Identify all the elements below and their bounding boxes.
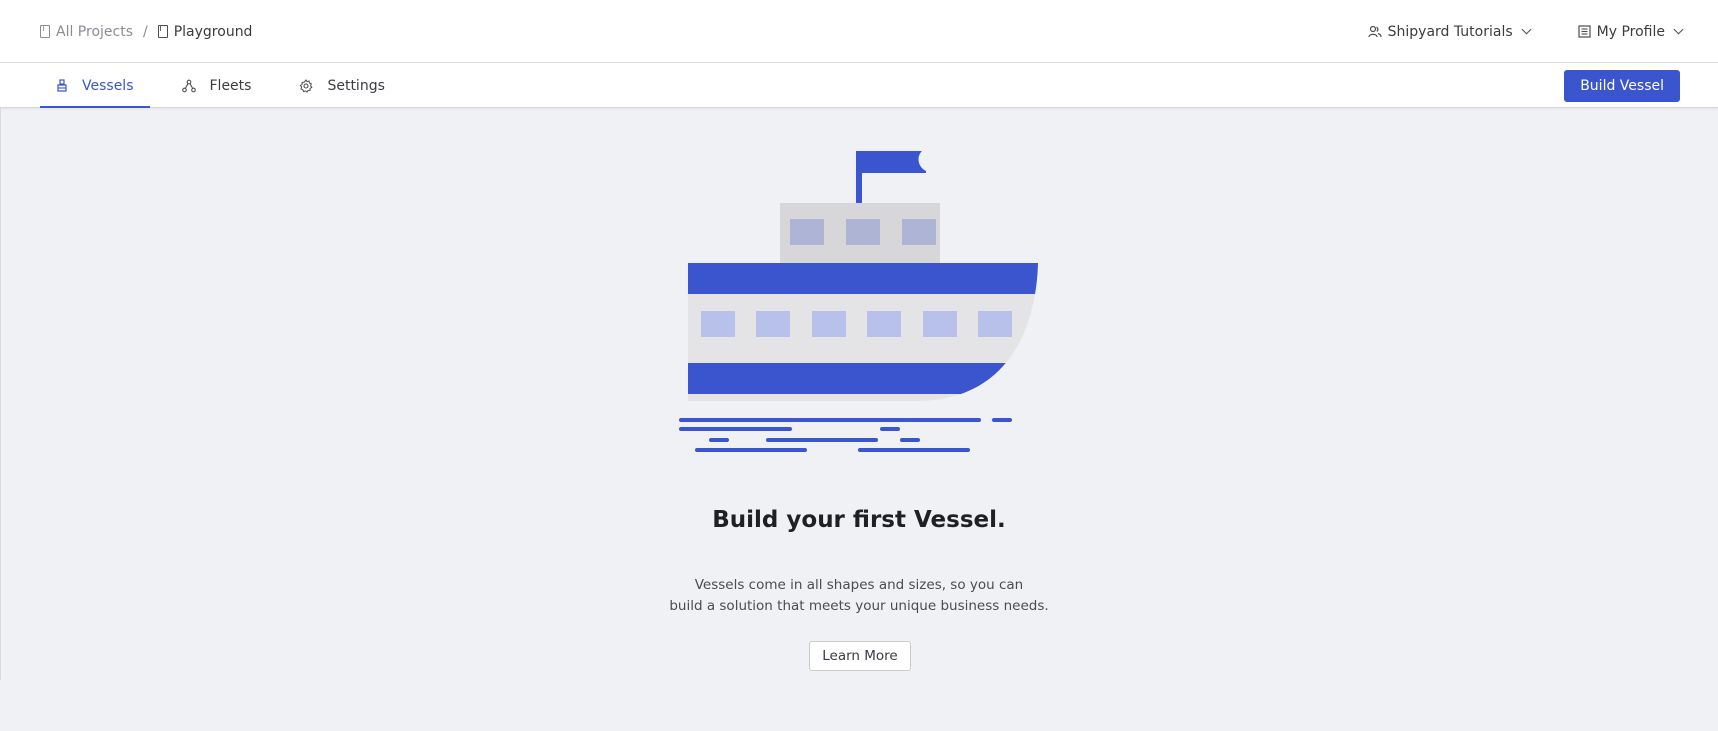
empty-state: Build your first Vessel. Vessels come in… (0, 108, 1718, 731)
users-icon (1368, 25, 1382, 37)
breadcrumb-separator: / (143, 23, 148, 40)
empty-state-description-line-1: Vessels come in all shapes and sizes, so… (694, 577, 1024, 593)
tab-vessels-label: Vessels (82, 77, 134, 94)
build-vessel-button[interactable]: Build Vessel (1564, 70, 1680, 102)
tab-fleets-label: Fleets (209, 77, 252, 94)
org-menu-label: Shipyard Tutorials (1387, 23, 1513, 40)
tab-vessels[interactable]: Vessels (40, 63, 150, 108)
profile-menu-label: My Profile (1596, 23, 1665, 40)
gear-icon (300, 78, 313, 93)
chevron-down-icon (1673, 24, 1684, 35)
org-menu[interactable]: Shipyard Tutorials (1368, 23, 1532, 40)
profile-card-icon (1578, 25, 1591, 38)
profile-menu[interactable]: My Profile (1578, 23, 1684, 40)
top-bar: All Projects / Playground Shipyard Tutor… (0, 0, 1718, 63)
breadcrumb: All Projects / Playground (40, 0, 252, 63)
document-icon (40, 25, 50, 38)
empty-state-title: Build your first Vessel. (712, 507, 1006, 533)
breadcrumb-playground-label: Playground (173, 23, 253, 40)
breadcrumb-all-projects-label: All Projects (56, 23, 133, 40)
learn-more-button[interactable]: Learn More (809, 641, 911, 671)
breadcrumb-all-projects[interactable]: All Projects (40, 24, 133, 40)
fleet-icon (181, 79, 196, 92)
document-icon (157, 25, 168, 38)
tab-settings[interactable]: Settings (283, 63, 400, 108)
breadcrumb-playground[interactable]: Playground (157, 23, 253, 40)
tab-fleets[interactable]: Fleets (166, 63, 268, 108)
empty-state-description: Vessels come in all shapes and sizes, so… (0, 575, 1718, 617)
vessel-icon (57, 78, 67, 92)
vessel-illustration (679, 151, 1038, 452)
top-right-menus: Shipyard Tutorials My Profile (1368, 0, 1684, 63)
tab-settings-label: Settings (327, 77, 385, 94)
tabs: Vessels Fleets Settings (40, 63, 417, 108)
tab-bar: Vessels Fleets Settings Build Vessel (0, 63, 1718, 108)
chevron-down-icon (1521, 24, 1532, 35)
empty-state-description-line-2: build a solution that meets your unique … (669, 598, 1049, 614)
